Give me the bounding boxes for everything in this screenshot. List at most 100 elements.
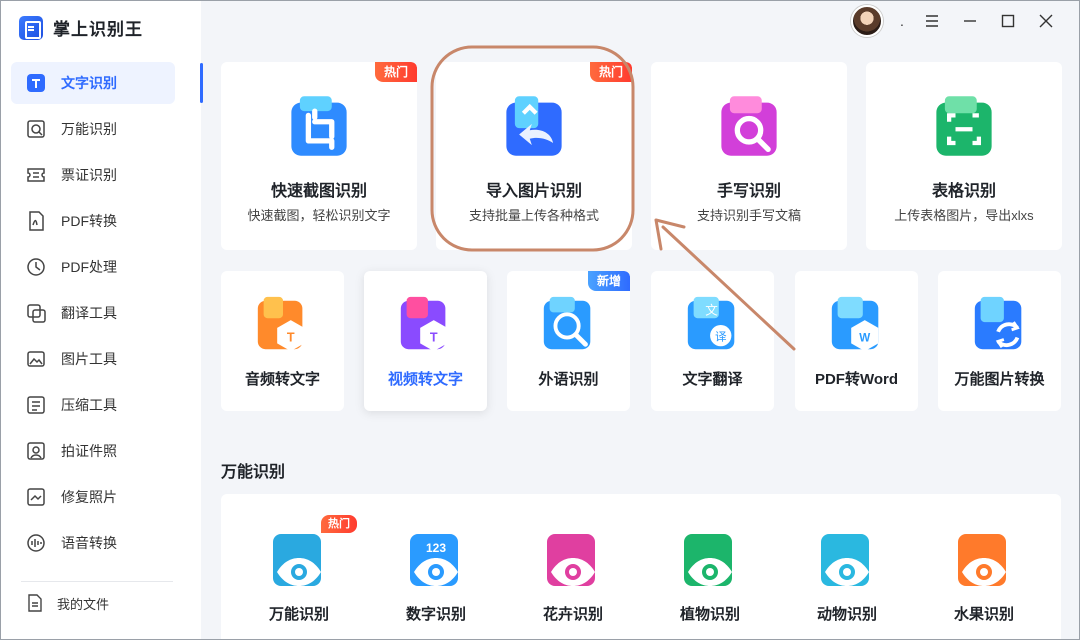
- svg-text:译: 译: [714, 329, 726, 343]
- card-title: 快速截图识别: [270, 183, 367, 200]
- card-title: 花卉识别: [542, 606, 603, 623]
- audio-to-text-icon: T: [252, 293, 314, 360]
- sidebar-item-9[interactable]: 修复照片: [11, 476, 175, 518]
- svg-text:文: 文: [705, 302, 718, 317]
- feature-card-0[interactable]: 快速截图识别 快速截图，轻松识别文字 热门: [221, 62, 417, 250]
- sidebar-item-4[interactable]: PDF处理: [11, 246, 175, 288]
- recognition-card-1[interactable]: 123 数字识别: [376, 494, 496, 639]
- card-title: 外语识别: [538, 371, 599, 388]
- pdf-to-word-icon: W: [826, 293, 888, 360]
- sidebar-divider: [21, 581, 173, 582]
- flower-eye-icon: [543, 532, 603, 597]
- universal-scan-icon: [25, 118, 47, 140]
- sidebar-item-label: PDF处理: [61, 259, 117, 275]
- card-title: 万能图片转换: [954, 371, 1045, 388]
- feature-card-2[interactable]: 手写识别 支持识别手写文稿: [651, 62, 847, 250]
- table-icon: [930, 92, 998, 165]
- sidebar-item-3[interactable]: PDF转换: [11, 200, 175, 242]
- card-title: 数字识别: [405, 606, 466, 623]
- text-translate-icon: 文译: [682, 293, 744, 360]
- app-window: 掌上识别王 文字识别 万能识别 票证识别 PDF转换 PDF处理 翻译工具 图片工具 压缩工具…: [0, 0, 1080, 640]
- image-tool-icon: [25, 348, 47, 370]
- my-files-button[interactable]: 我的文件: [25, 593, 109, 613]
- my-files-label: 我的文件: [57, 596, 110, 612]
- sidebar-item-label: 语音转换: [61, 535, 117, 551]
- plant-eye-icon: [680, 532, 740, 597]
- recognition-card-0[interactable]: 万能识别 热门: [239, 494, 359, 639]
- sidebar: 掌上识别王 文字识别 万能识别票证识别 PDF转换 PDF处理翻译工具图片工具压缩工具…: [1, 1, 201, 639]
- tool-card-0[interactable]: T 音频转文字: [221, 271, 344, 411]
- sidebar-item-label: 图片工具: [61, 351, 117, 367]
- pdf-convert-icon: [25, 210, 47, 232]
- card-desc: 支持批量上传各种格式: [468, 208, 599, 223]
- image-convert-icon: [969, 293, 1031, 360]
- id-photo-icon: [25, 440, 47, 462]
- universal-eye-icon: [269, 532, 329, 597]
- pdf-process-icon: [25, 256, 47, 278]
- card-title: PDF转Word: [814, 371, 899, 388]
- card-desc: 支持识别手写文稿: [696, 208, 801, 223]
- tool-card-1[interactable]: T 视频转文字: [364, 271, 487, 411]
- card-desc: 快速截图，轻松识别文字: [247, 208, 391, 223]
- recognition-card-4[interactable]: 动物识别: [787, 494, 907, 639]
- card-title: 视频转文字: [387, 371, 463, 388]
- card-title: 表格识别: [931, 183, 996, 200]
- card-title: 水果识别: [953, 606, 1014, 623]
- sidebar-item-label: 修复照片: [61, 489, 117, 505]
- sidebar-item-1[interactable]: 万能识别: [11, 108, 175, 150]
- import-image-icon: [500, 92, 568, 165]
- file-icon: [28, 594, 42, 612]
- app-name: 掌上识别王: [53, 20, 143, 39]
- handwriting-icon: [715, 92, 783, 165]
- translate-icon: [25, 302, 47, 324]
- main-content: 万能识别 万能识别 热门 123 数字识别 花卉识别 植物识别 动物识别 水果识别…: [201, 1, 1079, 639]
- text-recognition-icon: [25, 72, 47, 94]
- tool-card-4[interactable]: W PDF转Word: [795, 271, 918, 411]
- number-eye-icon: 123: [406, 532, 466, 597]
- section-title: 万能识别: [221, 464, 286, 481]
- sidebar-item-0[interactable]: 文字识别: [11, 62, 175, 104]
- compress-icon: [25, 394, 47, 416]
- card-title: 万能识别: [268, 606, 329, 623]
- tool-card-2[interactable]: 外语识别 新增: [507, 271, 630, 411]
- feature-card-3[interactable]: 表格识别 上传表格图片，导出xlxs: [866, 62, 1062, 250]
- sidebar-item-7[interactable]: 压缩工具: [11, 384, 175, 426]
- sidebar-item-6[interactable]: 图片工具: [11, 338, 175, 380]
- card-title: 导入图片识别: [485, 183, 582, 200]
- universal-recognition-panel: 万能识别 热门 123 数字识别 花卉识别 植物识别 动物识别 水果识别: [221, 494, 1061, 639]
- sidebar-item-label: 票证识别: [61, 167, 117, 183]
- sidebar-nav: 文字识别 万能识别票证识别 PDF转换 PDF处理翻译工具图片工具压缩工具拍证件照修复…: [11, 62, 175, 568]
- svg-text:T: T: [429, 330, 437, 344]
- card-title: 动物识别: [816, 606, 877, 623]
- app-logo-icon: [19, 15, 43, 40]
- tool-card-5[interactable]: 万能图片转换: [938, 271, 1061, 411]
- sidebar-item-10[interactable]: 语音转换: [11, 522, 175, 564]
- foreign-language-icon: [538, 293, 600, 360]
- recognition-card-3[interactable]: 植物识别: [650, 494, 770, 639]
- new-badge: 新增: [587, 271, 630, 291]
- svg-text:W: W: [859, 331, 870, 344]
- hot-badge: 热门: [374, 62, 417, 82]
- ticket-icon: [25, 164, 47, 186]
- sidebar-item-label: 压缩工具: [61, 397, 117, 413]
- feature-card-1[interactable]: 导入图片识别 支持批量上传各种格式 热门: [436, 62, 632, 250]
- sidebar-item-8[interactable]: 拍证件照: [11, 430, 175, 472]
- sidebar-item-label: PDF转换: [61, 213, 117, 229]
- recognition-card-2[interactable]: 花卉识别: [513, 494, 633, 639]
- sidebar-item-label: 翻译工具: [61, 305, 117, 321]
- video-to-text-icon: T: [395, 293, 457, 360]
- hot-badge: 热门: [321, 515, 357, 533]
- screenshot-crop-icon: [285, 92, 353, 165]
- card-desc: 上传表格图片，导出xlxs: [894, 208, 1034, 223]
- card-title: 文字翻译: [682, 371, 743, 388]
- tool-card-3[interactable]: 文译 文字翻译: [651, 271, 774, 411]
- card-title: 音频转文字: [244, 371, 320, 388]
- photo-repair-icon: [25, 486, 47, 508]
- hot-badge: 热门: [589, 62, 632, 82]
- recognition-card-5[interactable]: 水果识别: [924, 494, 1044, 639]
- voice-convert-icon: [25, 532, 47, 554]
- sidebar-item-2[interactable]: 票证识别: [11, 154, 175, 196]
- app-header: 掌上识别王: [19, 15, 143, 40]
- card-title: 植物识别: [679, 606, 740, 623]
- sidebar-item-5[interactable]: 翻译工具: [11, 292, 175, 334]
